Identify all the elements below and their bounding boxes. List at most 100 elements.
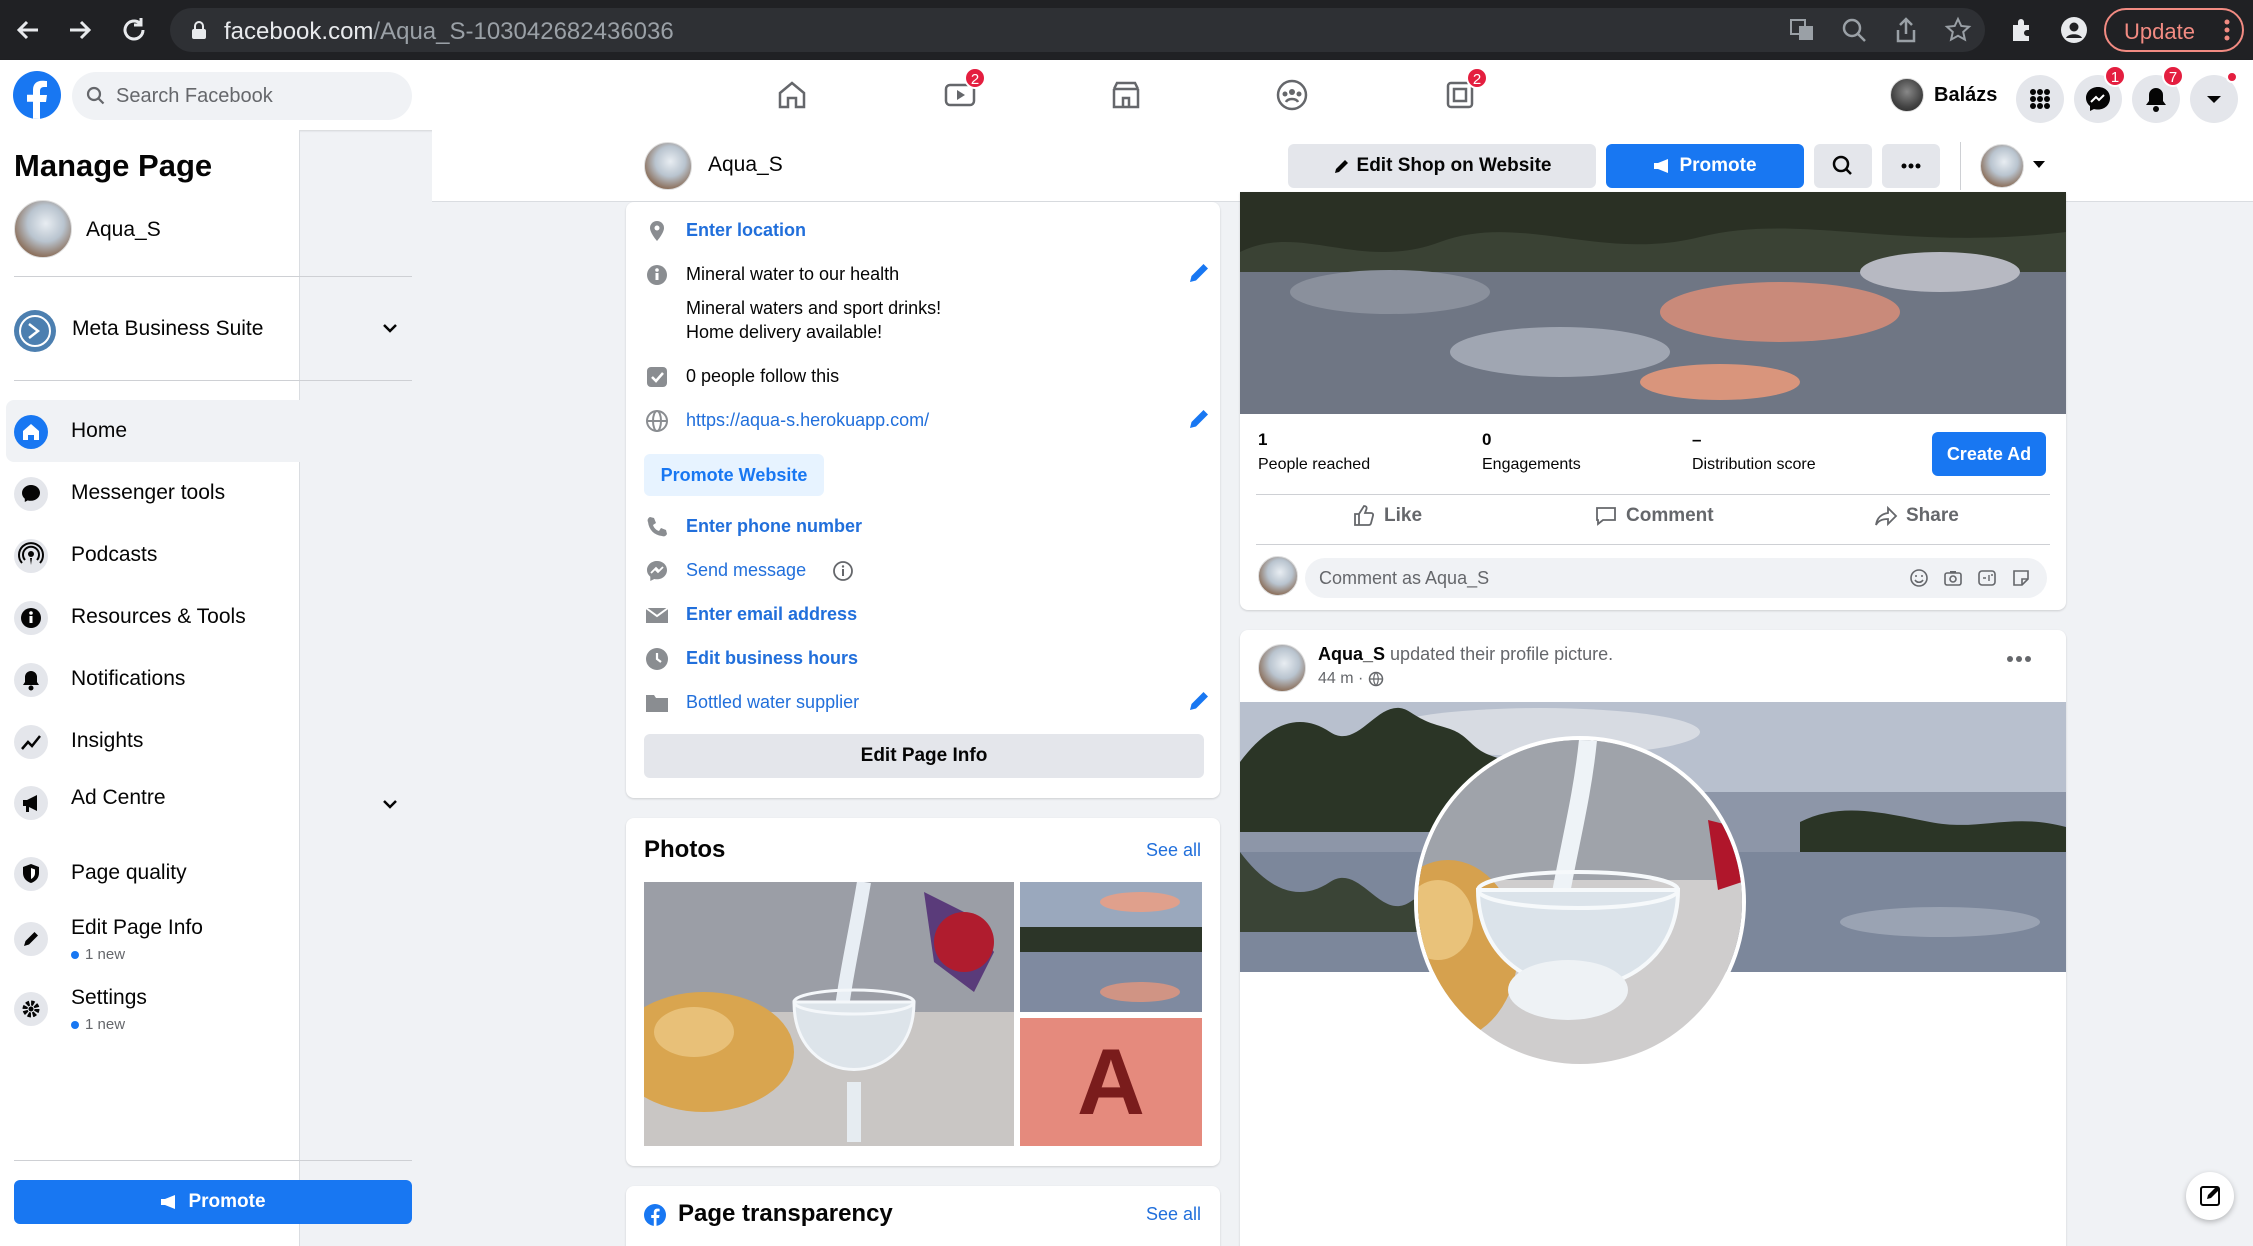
- sidebar-item-ad-centre[interactable]: Ad Centre: [6, 766, 422, 828]
- enter-phone-link[interactable]: Enter phone number: [686, 516, 862, 537]
- post-image-lake[interactable]: [1240, 192, 2066, 414]
- edit-description-pencil-icon[interactable]: [1186, 260, 1212, 286]
- photo-water-glass[interactable]: [644, 882, 1014, 1146]
- comment-button[interactable]: Comment: [1594, 504, 1714, 536]
- followers-count: 0 people follow this: [686, 366, 840, 386]
- transparency-see-all-link[interactable]: See all: [1146, 1204, 1201, 1225]
- sidebar-item-notifications[interactable]: Notifications: [6, 648, 422, 710]
- sidebar-item-settings[interactable]: Settings 1 new: [6, 974, 422, 1040]
- header-promote-button[interactable]: Promote: [1606, 144, 1804, 188]
- megaphone-icon: [14, 786, 48, 820]
- groups-tab-icon[interactable]: [1272, 75, 1312, 115]
- page-avatar[interactable]: [644, 142, 692, 190]
- header-page-name[interactable]: Aqua_S: [708, 153, 783, 177]
- account-dropdown-icon[interactable]: [2190, 71, 2238, 123]
- zoom-icon[interactable]: [1840, 16, 1868, 44]
- camera-icon[interactable]: [1943, 568, 1963, 588]
- create-ad-button[interactable]: Create Ad: [1932, 432, 2046, 476]
- address-bar[interactable]: facebook.com/Aqua_S-103042682436036: [170, 8, 1985, 52]
- sidebar-item-messenger-tools[interactable]: Messenger tools: [6, 462, 422, 524]
- about-message-row[interactable]: Send message: [644, 556, 1204, 588]
- header-more-icon[interactable]: [1882, 144, 1940, 188]
- emoji-icon[interactable]: [1909, 568, 1929, 588]
- like-button[interactable]: Like: [1352, 504, 1422, 536]
- post-profile-picture[interactable]: [1414, 736, 1746, 1068]
- forward-icon[interactable]: [64, 14, 96, 46]
- update-button[interactable]: Update: [2104, 8, 2244, 52]
- extensions-icon[interactable]: [2008, 16, 2036, 44]
- menu-grid-icon[interactable]: [2016, 75, 2064, 123]
- home-icon: [14, 415, 48, 449]
- photo-lake[interactable]: [1020, 882, 1202, 1012]
- about-category-row[interactable]: Bottled water supplier: [644, 688, 1204, 720]
- translate-icon[interactable]: [1788, 16, 1816, 44]
- website-link[interactable]: https://aqua-s.herokuapp.com/: [686, 410, 929, 431]
- new-message-compose-icon[interactable]: [2186, 1172, 2234, 1220]
- edit-shop-button[interactable]: Edit Shop on Website: [1288, 144, 1596, 188]
- photos-see-all-link[interactable]: See all: [1146, 840, 1201, 861]
- page-transparency-title: Page transparency: [678, 1200, 893, 1227]
- messenger-icon[interactable]: 1: [2074, 65, 2126, 123]
- sidebar-item-podcasts[interactable]: Podcasts: [6, 524, 422, 586]
- watch-tab-icon[interactable]: 2: [940, 67, 986, 115]
- sidebar-item-label: Insights: [71, 729, 144, 752]
- pencil-icon: [14, 922, 48, 956]
- sidebar-promote-button[interactable]: Promote: [14, 1180, 412, 1224]
- header-search-icon[interactable]: [1814, 144, 1872, 188]
- sidebar-item-business-suite[interactable]: Meta Business Suite: [6, 298, 422, 360]
- photos-title: Photos: [644, 836, 726, 863]
- enter-location-link[interactable]: Enter location: [686, 220, 806, 241]
- reload-icon[interactable]: [118, 14, 150, 46]
- edit-category-pencil-icon[interactable]: [1186, 688, 1212, 714]
- photo-letter-tile[interactable]: A: [1020, 1018, 1202, 1146]
- url-text: facebook.com/Aqua_S-103042682436036: [224, 18, 674, 45]
- facebook-topbar: Search Facebook 2 2 Balázs 1 7: [0, 60, 2253, 130]
- back-icon[interactable]: [12, 14, 44, 46]
- edit-website-pencil-icon[interactable]: [1186, 406, 1212, 432]
- gaming-tab-icon[interactable]: 2: [1440, 67, 1488, 115]
- share-icon[interactable]: [1892, 16, 1920, 44]
- sidebar-item-page-quality[interactable]: Page quality: [6, 842, 422, 904]
- share-button[interactable]: Share: [1874, 504, 1959, 536]
- sidebar-item-insights[interactable]: Insights: [6, 710, 422, 772]
- sidebar-item-resources-tools[interactable]: Resources & Tools: [6, 586, 422, 648]
- promote-website-button[interactable]: Promote Website: [644, 454, 824, 496]
- edit-page-info-button[interactable]: Edit Page Info: [644, 734, 1204, 778]
- sidebar-item-label: Edit Page Info: [71, 916, 203, 939]
- about-website-row[interactable]: https://aqua-s.herokuapp.com/: [644, 406, 1204, 438]
- marketplace-tab-icon[interactable]: [1106, 75, 1146, 115]
- about-card: Enter location Mineral water to our heal…: [626, 202, 1220, 798]
- info-outline-icon[interactable]: [832, 560, 854, 582]
- bookmark-star-icon[interactable]: [1944, 16, 1972, 44]
- about-followers-row: 0 people follow this: [644, 362, 1204, 394]
- post-options-icon[interactable]: [2006, 654, 2032, 664]
- enter-email-link[interactable]: Enter email address: [686, 604, 857, 625]
- post-card: Aqua_S updated their profile picture. 44…: [1240, 630, 2066, 1246]
- edit-business-hours-link[interactable]: Edit business hours: [686, 648, 858, 669]
- post-author-avatar[interactable]: [1258, 644, 1306, 692]
- sticker-icon[interactable]: [2011, 568, 2031, 588]
- category-link[interactable]: Bottled water supplier: [686, 692, 859, 713]
- post-author-name[interactable]: Aqua_S: [1318, 644, 1385, 664]
- notifications-bell-icon[interactable]: 7: [2132, 65, 2184, 123]
- business-suite-icon: [14, 310, 56, 352]
- facebook-logo-icon[interactable]: [13, 71, 61, 119]
- browser-chrome: facebook.com/Aqua_S-103042682436036 Upda…: [0, 0, 2253, 60]
- sidebar-item-home[interactable]: Home: [6, 400, 422, 462]
- sidebar-page-profile[interactable]: Aqua_S: [14, 200, 294, 260]
- about-hours-row[interactable]: Edit business hours: [644, 644, 1204, 676]
- send-message-link[interactable]: Send message: [686, 560, 806, 581]
- profile-icon[interactable]: [2060, 16, 2088, 44]
- voice-switcher[interactable]: [1980, 142, 2050, 190]
- megaphone-icon: [160, 1194, 180, 1210]
- gif-icon[interactable]: [1977, 568, 1997, 588]
- post-timestamp[interactable]: 44 m ·: [1318, 670, 1384, 688]
- about-phone-row[interactable]: Enter phone number: [644, 512, 1204, 544]
- comment-input[interactable]: Comment as Aqua_S: [1305, 558, 2047, 598]
- sidebar-item-edit-page-info[interactable]: Edit Page Info 1 new: [6, 904, 422, 970]
- divider: [14, 276, 412, 277]
- about-email-row[interactable]: Enter email address: [644, 600, 1204, 632]
- home-tab-icon[interactable]: [772, 75, 812, 115]
- search-input[interactable]: Search Facebook: [72, 72, 412, 120]
- about-location-row[interactable]: Enter location: [644, 216, 1204, 248]
